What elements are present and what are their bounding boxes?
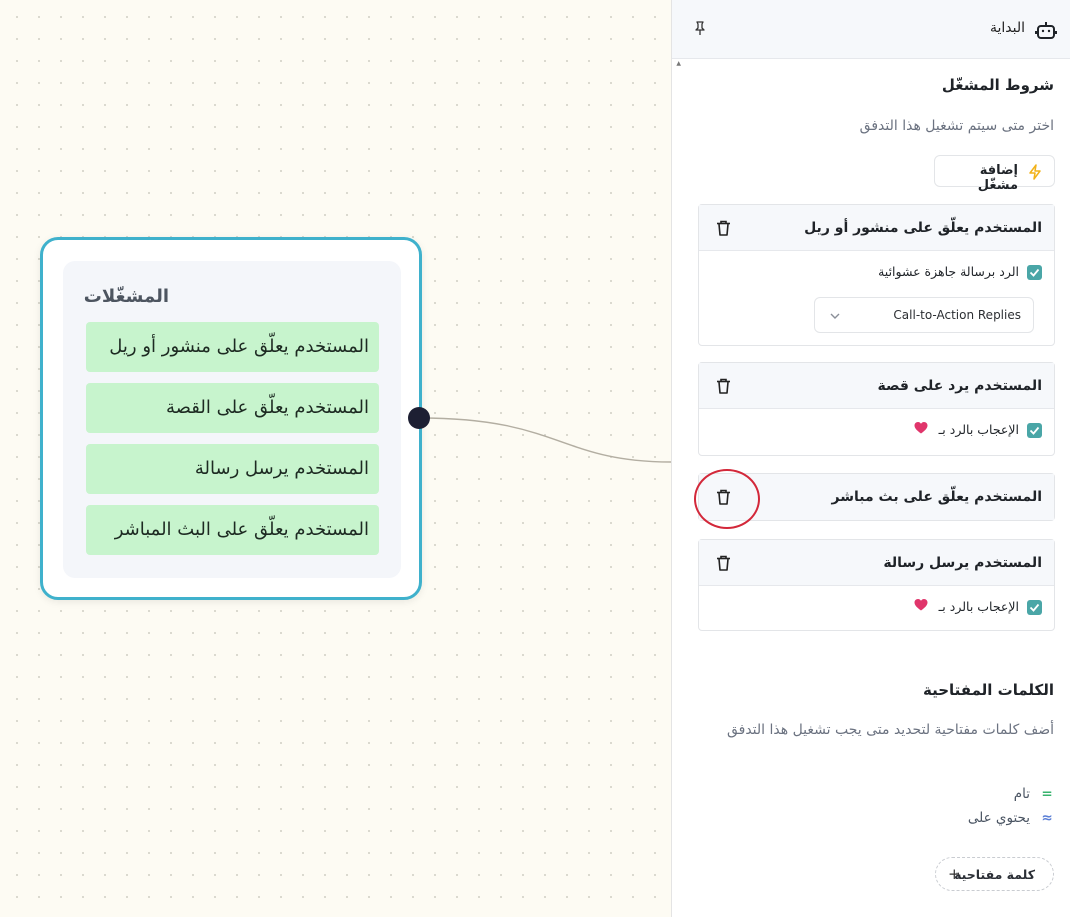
node-trigger-item[interactable]: المستخدم يعلّق على منشور أو ريل: [86, 322, 379, 372]
triggers-node[interactable]: المشغّلات المستخدم يعلّق على منشور أو ري…: [40, 237, 422, 600]
contains-match-symbol: ≈: [1041, 810, 1053, 826]
heart-icon: [914, 422, 928, 434]
settings-panel: البداية ▲ شروط المشغّل اختر متى سيتم تشغ…: [671, 0, 1070, 917]
panel-header: البداية: [672, 0, 1070, 59]
reply-template-select[interactable]: Call-to-Action Replies: [814, 297, 1034, 333]
option-checkbox[interactable]: [1027, 265, 1042, 280]
add-trigger-button[interactable]: إضافة مشغّل: [934, 155, 1055, 193]
card-option-row: الإعجاب بالرد بـ: [699, 586, 1054, 630]
highlight-circle: [694, 469, 760, 529]
triggers-node-body: المشغّلات المستخدم يعلّق على منشور أو ري…: [63, 261, 401, 578]
node-output-port[interactable]: [408, 407, 430, 429]
scroll-up-arrow[interactable]: ▲: [675, 60, 681, 67]
add-keyword-button[interactable]: كلمة مفتاحية +: [935, 857, 1054, 891]
option-label: الإعجاب بالرد بـ: [938, 599, 1019, 614]
trash-icon[interactable]: [716, 220, 731, 236]
exact-match-symbol: =: [1041, 786, 1053, 802]
keywords-section-description: أضف كلمات مفتاحية لتحديد متى يجب تشغيل ه…: [726, 722, 1054, 738]
contains-match-label: يحتوي على: [967, 810, 1030, 826]
trash-icon[interactable]: [716, 555, 731, 571]
card-title: المستخدم يرسل رسالة: [883, 555, 1042, 571]
card-title: المستخدم يرد على قصة: [877, 378, 1042, 394]
card-header: المستخدم يرد على قصة: [699, 363, 1054, 409]
bot-icon: [1035, 22, 1057, 39]
option-checkbox[interactable]: [1027, 600, 1042, 615]
trigger-card-send-message: المستخدم يرسل رسالة الإعجاب بالرد بـ: [698, 539, 1055, 631]
add-trigger-label: إضافة مشغّل: [977, 163, 1018, 193]
panel-title: البداية: [989, 20, 1025, 36]
card-title: المستخدم يعلّق على منشور أو ريل: [804, 220, 1042, 236]
plus-icon: +: [948, 865, 961, 883]
card-title: المستخدم يعلّق على بث مباشر: [831, 489, 1042, 505]
triggers-section-title: شروط المشغّل: [941, 76, 1054, 94]
card-option-row: الرد برسالة جاهزة عشوائية: [699, 251, 1054, 295]
chevron-down-icon: [830, 313, 840, 319]
option-checkbox[interactable]: [1027, 423, 1042, 438]
card-option-row: الإعجاب بالرد بـ: [699, 409, 1054, 453]
exact-match-label: تام: [1013, 786, 1030, 802]
node-trigger-item[interactable]: المستخدم يعلّق على البث المباشر: [86, 505, 379, 555]
keywords-section-title: الكلمات المفتاحية: [922, 681, 1054, 699]
trash-icon[interactable]: [716, 378, 731, 394]
keyword-legend-contains: ≈ يحتوي على: [968, 810, 1054, 826]
triggers-section-description: اختر متى سيتم تشغيل هذا التدفق: [859, 118, 1054, 134]
heart-icon: [914, 599, 928, 611]
node-trigger-item[interactable]: المستخدم يعلّق على القصة: [86, 383, 379, 433]
card-header: المستخدم يعلّق على منشور أو ريل: [699, 205, 1054, 251]
node-title: المشغّلات: [83, 286, 169, 307]
lightning-icon: [1029, 164, 1041, 180]
option-label: الإعجاب بالرد بـ: [938, 422, 1019, 437]
select-value: Call-to-Action Replies: [893, 308, 1021, 322]
keyword-legend-exact: = تام: [1014, 786, 1054, 802]
pin-icon[interactable]: [692, 20, 708, 36]
node-trigger-item[interactable]: المستخدم يرسل رسالة: [86, 444, 379, 494]
option-label: الرد برسالة جاهزة عشوائية: [878, 264, 1019, 279]
card-header: المستخدم يرسل رسالة: [699, 540, 1054, 586]
add-keyword-label: كلمة مفتاحية: [954, 867, 1035, 882]
trigger-card-story-reply: المستخدم يرد على قصة الإعجاب بالرد بـ: [698, 362, 1055, 456]
